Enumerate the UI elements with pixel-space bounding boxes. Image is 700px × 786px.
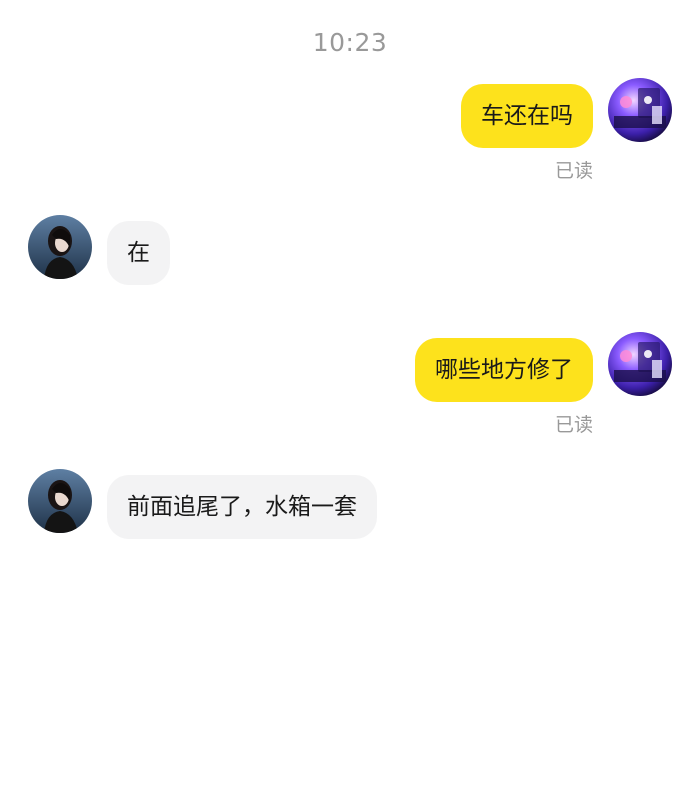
message-row-incoming: 前面追尾了，水箱一套 [0,469,700,545]
woman-portrait-avatar-icon [28,469,92,533]
message-row-outgoing: 哪些地方修了 已读 [0,332,700,438]
message-timestamp: 10:23 [312,28,388,57]
message-row-incoming: 在 [0,215,700,291]
woman-portrait-avatar-icon [28,215,92,279]
message-bubble-incoming[interactable]: 前面追尾了，水箱一套 [107,475,377,539]
read-receipt: 已读 [554,160,593,182]
message-bubble-outgoing[interactable]: 车还在吗 [461,84,593,148]
contact-avatar[interactable] [28,469,92,533]
pc-rgb-setup-avatar-icon [608,78,672,142]
message-row-outgoing: 车还在吗 已读 [0,78,700,184]
message-bubble-outgoing[interactable]: 哪些地方修了 [415,338,593,402]
read-receipt: 已读 [554,414,593,436]
my-avatar[interactable] [608,332,672,396]
my-avatar[interactable] [608,78,672,142]
message-bubble-incoming[interactable]: 在 [107,221,170,285]
pc-rgb-setup-avatar-icon [608,332,672,396]
contact-avatar[interactable] [28,215,92,279]
